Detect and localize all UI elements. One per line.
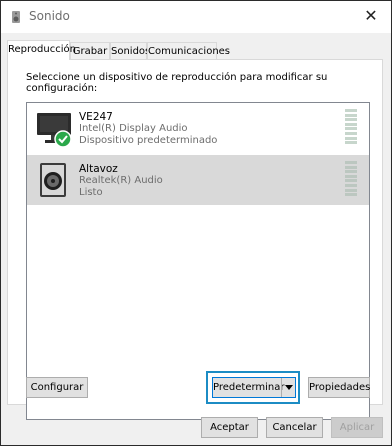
- monitor-icon: [37, 113, 72, 148]
- set-default-label: Predeterminar: [213, 382, 285, 393]
- sound-dialog: Sonido ✕ Reproducción Grabar Sonidos Com…: [0, 0, 392, 446]
- ok-button[interactable]: Aceptar: [201, 417, 258, 438]
- tab-sonidos[interactable]: Sonidos: [110, 42, 150, 59]
- device-list[interactable]: VE247 Intel(R) Display Audio Dispositivo…: [26, 102, 370, 420]
- tab-reproduccion[interactable]: Reproducción: [7, 40, 76, 60]
- default-check-icon: [54, 130, 72, 148]
- device-driver: Intel(R) Display Audio: [79, 123, 188, 134]
- apply-button[interactable]: Aplicar: [331, 417, 383, 438]
- device-status: Dispositivo predeterminado: [79, 135, 218, 146]
- volume-meter: [345, 161, 357, 201]
- chevron-down-icon[interactable]: [281, 378, 295, 397]
- instruction-text: Seleccione un dispositivo de reproducció…: [26, 72, 328, 94]
- window-title: Sonido: [29, 9, 70, 23]
- cancel-button[interactable]: Cancelar: [266, 417, 323, 438]
- properties-button[interactable]: Propiedades: [308, 377, 370, 398]
- playback-panel: Seleccione un dispositivo de reproducció…: [7, 59, 383, 420]
- device-driver: Realtek(R) Audio: [79, 175, 163, 186]
- device-item-ve247[interactable]: VE247 Intel(R) Display Audio Dispositivo…: [27, 103, 369, 153]
- tab-grabar[interactable]: Grabar: [70, 42, 110, 59]
- device-name: VE247: [79, 111, 113, 123]
- title-bar: Sonido ✕: [1, 1, 391, 33]
- configure-button[interactable]: Configurar: [26, 377, 88, 398]
- speaker-app-icon: [12, 11, 20, 23]
- device-item-altavoz[interactable]: Altavoz Realtek(R) Audio Listo: [27, 155, 369, 205]
- speaker-icon: [40, 163, 66, 197]
- close-button[interactable]: ✕: [361, 6, 381, 26]
- tab-comunicaciones[interactable]: Comunicaciones: [147, 42, 230, 59]
- device-name: Altavoz: [79, 163, 118, 175]
- volume-meter: [345, 109, 357, 149]
- device-status: Listo: [79, 187, 103, 198]
- set-default-split-button[interactable]: Predeterminar: [212, 377, 296, 398]
